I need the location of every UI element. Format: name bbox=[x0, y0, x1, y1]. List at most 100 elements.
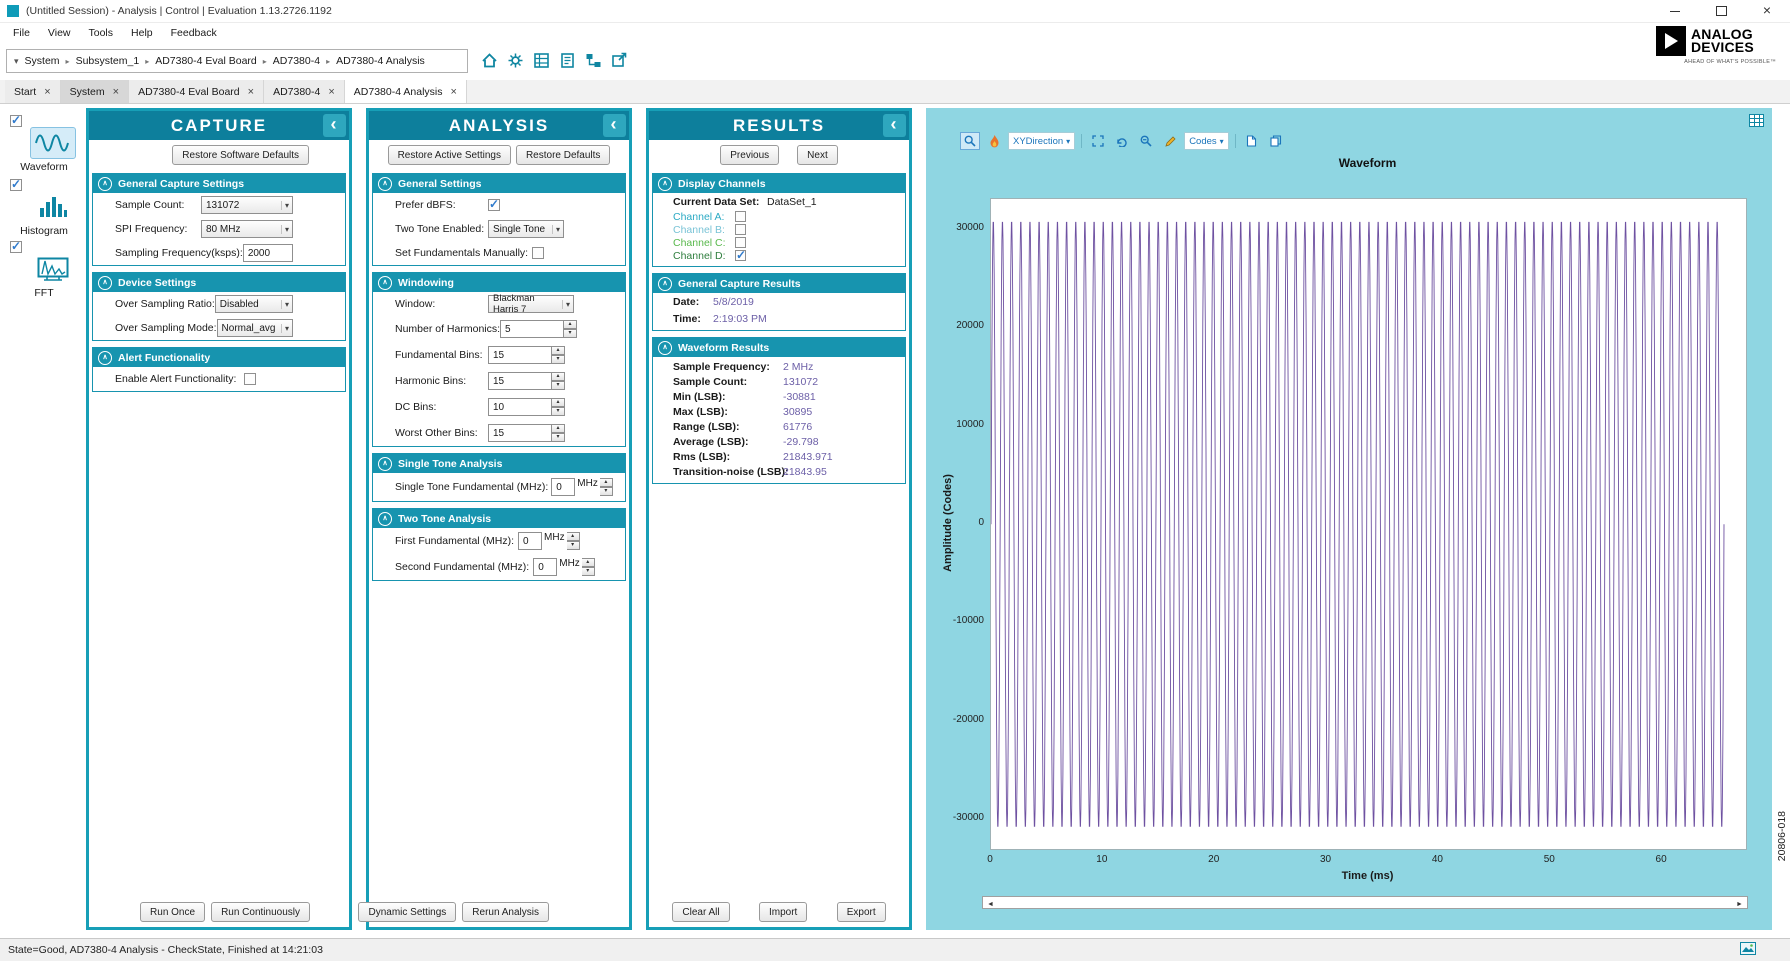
export-image-button[interactable] bbox=[1242, 132, 1262, 150]
section-header[interactable]: Alert Functionality bbox=[93, 348, 345, 367]
fundamental-bins-value[interactable]: 15 bbox=[488, 346, 552, 364]
spin-down-icon[interactable] bbox=[564, 329, 577, 338]
spin-up-icon[interactable] bbox=[567, 532, 580, 541]
harmonics-spinner[interactable]: 5 bbox=[500, 320, 577, 338]
section-header[interactable]: Device Settings bbox=[93, 273, 345, 292]
zoom-out-button[interactable] bbox=[1136, 132, 1156, 150]
rerun-analysis-button[interactable]: Rerun Analysis bbox=[462, 902, 549, 922]
data-grid-icon[interactable] bbox=[1749, 114, 1764, 130]
spin-down-icon[interactable] bbox=[567, 541, 580, 550]
spin-down-icon[interactable] bbox=[552, 355, 565, 364]
tab-system[interactable]: System bbox=[61, 80, 129, 103]
spin-up-icon[interactable] bbox=[552, 398, 565, 407]
channel-checkbox[interactable] bbox=[735, 250, 746, 261]
enable-alert-checkbox[interactable] bbox=[244, 373, 256, 385]
waveform-enable-checkbox[interactable] bbox=[10, 115, 22, 127]
second-fundamental-spinner[interactable]: 0MHz bbox=[533, 558, 595, 576]
fft-icon[interactable] bbox=[30, 253, 76, 285]
collapse-section-icon[interactable] bbox=[378, 457, 392, 471]
spin-up-icon[interactable] bbox=[582, 558, 595, 567]
new-window-icon[interactable] bbox=[610, 51, 629, 70]
minimize-button[interactable] bbox=[1652, 0, 1698, 22]
chart-horizontal-scrollbar[interactable] bbox=[982, 896, 1748, 909]
maximize-button[interactable] bbox=[1698, 0, 1744, 22]
collapse-section-icon[interactable] bbox=[98, 177, 112, 191]
spin-up-icon[interactable] bbox=[564, 320, 577, 329]
sidebar-item-histogram[interactable]: Histogram bbox=[8, 176, 80, 237]
block-diagram-icon[interactable] bbox=[584, 51, 603, 70]
histogram-enable-checkbox[interactable] bbox=[10, 179, 22, 191]
section-header[interactable]: General Capture Results bbox=[653, 274, 905, 293]
next-button[interactable]: Next bbox=[797, 145, 838, 165]
scroll-right-icon[interactable] bbox=[1732, 897, 1747, 909]
harmonic-bins-spinner[interactable]: 15 bbox=[488, 372, 565, 390]
first-fundamental-spinner[interactable]: 0MHz bbox=[518, 532, 580, 550]
breadcrumb-item-analysis[interactable]: AD7380-4 Analysis bbox=[336, 55, 425, 67]
tab-close-icon[interactable] bbox=[248, 86, 254, 98]
collapse-section-icon[interactable] bbox=[98, 276, 112, 290]
sidebar-item-waveform[interactable]: Waveform bbox=[8, 112, 80, 173]
single-tone-fundamental-value[interactable]: 0 bbox=[551, 478, 575, 496]
tab-close-icon[interactable] bbox=[451, 86, 457, 98]
two-tone-enabled-dropdown[interactable]: Single Tone bbox=[488, 220, 564, 238]
tab-start[interactable]: Start bbox=[5, 80, 61, 103]
scroll-left-icon[interactable] bbox=[983, 897, 998, 909]
section-header[interactable]: Two Tone Analysis bbox=[373, 509, 625, 528]
spin-down-icon[interactable] bbox=[552, 433, 565, 442]
collapse-results-button[interactable] bbox=[883, 114, 906, 137]
harmonics-value[interactable]: 5 bbox=[500, 320, 564, 338]
annotate-button[interactable] bbox=[1160, 132, 1180, 150]
worst-other-bins-spinner[interactable]: 15 bbox=[488, 424, 565, 442]
channel-checkbox[interactable] bbox=[735, 237, 746, 248]
channel-checkbox[interactable] bbox=[735, 224, 746, 235]
fundamental-bins-spinner[interactable]: 15 bbox=[488, 346, 565, 364]
spin-down-icon[interactable] bbox=[552, 407, 565, 416]
dynamic-settings-button[interactable]: Dynamic Settings bbox=[358, 902, 456, 922]
spin-down-icon[interactable] bbox=[552, 381, 565, 390]
spin-up-icon[interactable] bbox=[600, 478, 613, 487]
section-header[interactable]: Display Channels bbox=[653, 174, 905, 193]
run-continuously-button[interactable]: Run Continuously bbox=[211, 902, 310, 922]
menu-help[interactable]: Help bbox=[122, 27, 162, 39]
single-tone-fundamental-spinner[interactable]: 0MHz bbox=[551, 478, 613, 496]
section-header[interactable]: Waveform Results bbox=[653, 338, 905, 357]
fit-view-button[interactable] bbox=[1088, 132, 1108, 150]
collapse-section-icon[interactable] bbox=[658, 177, 672, 191]
scrollbar-track[interactable] bbox=[998, 897, 1732, 908]
spin-up-icon[interactable] bbox=[552, 372, 565, 381]
collapse-section-icon[interactable] bbox=[658, 341, 672, 355]
dc-bins-value[interactable]: 10 bbox=[488, 398, 552, 416]
previous-button[interactable]: Previous bbox=[720, 145, 779, 165]
codes-dropdown[interactable]: Codes bbox=[1184, 132, 1228, 150]
zoom-select-button[interactable] bbox=[960, 132, 980, 150]
collapse-section-icon[interactable] bbox=[378, 512, 392, 526]
section-header[interactable]: Windowing bbox=[373, 273, 625, 292]
status-tray-icon[interactable] bbox=[1740, 942, 1756, 958]
collapse-section-icon[interactable] bbox=[378, 276, 392, 290]
menu-view[interactable]: View bbox=[39, 27, 80, 39]
spin-up-icon[interactable] bbox=[552, 346, 565, 355]
histogram-icon[interactable] bbox=[30, 191, 76, 223]
highlight-tool-button[interactable] bbox=[984, 132, 1004, 150]
fft-enable-checkbox[interactable] bbox=[10, 241, 22, 253]
menu-file[interactable]: File bbox=[4, 27, 39, 39]
clear-all-button[interactable]: Clear All bbox=[672, 902, 729, 922]
sidebar-item-fft[interactable]: FFT bbox=[8, 238, 80, 299]
restore-active-settings-button[interactable]: Restore Active Settings bbox=[388, 145, 511, 165]
collapse-capture-button[interactable] bbox=[323, 114, 346, 137]
tab-close-icon[interactable] bbox=[44, 86, 50, 98]
import-button[interactable]: Import bbox=[759, 902, 807, 922]
harmonic-bins-value[interactable]: 15 bbox=[488, 372, 552, 390]
macro-icon[interactable] bbox=[558, 51, 577, 70]
restore-defaults-button[interactable]: Restore Defaults bbox=[516, 145, 610, 165]
prefer-dbfs-checkbox[interactable] bbox=[488, 199, 500, 211]
sample-count-dropdown[interactable]: 131072 bbox=[201, 196, 293, 214]
set-fundamentals-checkbox[interactable] bbox=[532, 247, 544, 259]
tab-device[interactable]: AD7380-4 bbox=[264, 80, 345, 103]
breadcrumb[interactable]: System Subsystem_1 AD7380-4 Eval Board A… bbox=[6, 49, 468, 73]
window-dropdown[interactable]: Blackman Harris 7 bbox=[488, 295, 574, 313]
breadcrumb-item-eval-board[interactable]: AD7380-4 Eval Board bbox=[155, 55, 257, 67]
waveform-plot-area[interactable] bbox=[990, 198, 1747, 850]
gear-icon[interactable] bbox=[506, 51, 525, 70]
breadcrumb-item-device[interactable]: AD7380-4 bbox=[273, 55, 320, 67]
